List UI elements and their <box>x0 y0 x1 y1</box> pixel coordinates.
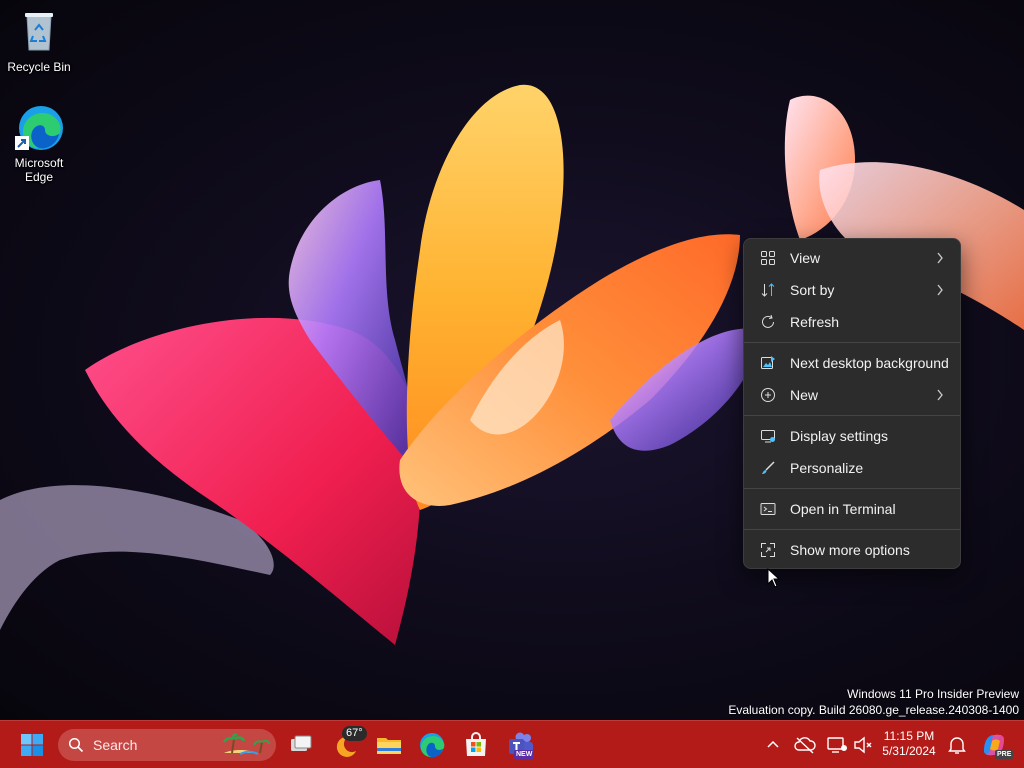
menu-item-label: Sort by <box>790 282 835 298</box>
new-plus-icon <box>761 388 775 402</box>
sort-icon <box>761 283 775 297</box>
taskbar-search-box[interactable]: Search <box>58 729 276 761</box>
volume-tray-button[interactable] <box>851 733 875 757</box>
menu-separator <box>744 529 960 530</box>
network-tray-button[interactable] <box>825 733 849 757</box>
search-icon <box>68 737 84 753</box>
menu-item-open-in-terminal[interactable]: Open in Terminal <box>748 493 956 525</box>
teams-button[interactable]: NEW <box>505 729 537 761</box>
edge-taskbar-icon <box>420 733 445 758</box>
menu-item-new[interactable]: New <box>748 379 956 411</box>
notification-bell-icon <box>948 737 966 754</box>
menu-separator <box>744 415 960 416</box>
view-grid-icon <box>761 251 775 265</box>
chevron-right-icon <box>937 389 943 401</box>
recycle-bin-icon <box>15 8 63 56</box>
file-explorer-button[interactable] <box>373 729 405 761</box>
onedrive-tray-button[interactable] <box>793 733 817 757</box>
menu-separator <box>744 488 960 489</box>
speaker-muted-icon <box>854 736 872 754</box>
folder-icon <box>377 738 401 754</box>
recycle-bin-label: Recycle Bin <box>7 60 71 74</box>
cloud-off-icon <box>794 737 816 754</box>
menu-item-label: Next desktop background <box>790 355 949 371</box>
menu-item-display-settings[interactable]: Display settings <box>748 420 956 452</box>
edge-label: Microsoft Edge <box>14 156 64 184</box>
terminal-icon <box>760 503 776 515</box>
chevron-right-icon <box>937 284 943 296</box>
notifications-button[interactable] <box>945 733 969 757</box>
menu-item-refresh[interactable]: Refresh <box>748 306 956 338</box>
show-hidden-icons-button[interactable] <box>761 733 785 757</box>
menu-item-label: Show more options <box>790 542 910 558</box>
refresh-icon <box>762 314 774 328</box>
watermark-line-1: Windows 11 Pro Insider Preview <box>847 687 1019 701</box>
taskbar-clock[interactable]: 11:15 PM 5/31/2024 <box>876 729 942 759</box>
menu-item-show-more-options[interactable]: Show more options <box>748 534 956 566</box>
desktop-icon-edge[interactable]: Microsoft Edge <box>1 104 77 184</box>
taskbar: Search 67° NEW 11:15 PM 5/31/2024 PRE <box>0 720 1024 768</box>
chevron-right-icon <box>937 252 943 264</box>
menu-item-sort-by[interactable]: Sort by <box>748 274 956 306</box>
start-button[interactable] <box>16 729 48 761</box>
menu-item-view[interactable]: View <box>748 242 956 274</box>
watermark-line-2: Evaluation copy. Build 26080.ge_release.… <box>728 703 1019 717</box>
search-highlight-beach-icon <box>222 733 270 755</box>
teams-new-badge: NEW <box>514 750 535 759</box>
menu-separator <box>744 342 960 343</box>
brush-icon <box>762 461 775 474</box>
microsoft-store-button[interactable] <box>460 729 492 761</box>
network-monitor-icon <box>827 737 847 753</box>
edge-icon <box>15 104 63 152</box>
weather-temperature: 67° <box>342 726 367 741</box>
task-view-icon <box>291 735 312 751</box>
chevron-up-icon <box>767 740 779 748</box>
windows-logo-icon <box>21 734 43 756</box>
build-watermark: Windows 11 Pro Insider Preview Evaluatio… <box>728 686 1019 718</box>
menu-item-label: Display settings <box>790 428 889 444</box>
next-background-icon <box>761 356 775 369</box>
menu-item-personalize[interactable]: Personalize <box>748 452 956 484</box>
copilot-button[interactable]: PRE <box>978 729 1014 761</box>
clock-time: 11:15 PM <box>883 729 935 743</box>
menu-item-label: Open in Terminal <box>790 501 896 517</box>
menu-item-label: Refresh <box>790 314 840 330</box>
copilot-preview-badge: PRE <box>995 750 1014 759</box>
desktop-icon-recycle-bin[interactable]: Recycle Bin <box>1 8 77 74</box>
more-options-icon <box>761 543 775 557</box>
clock-date: 5/31/2024 <box>882 744 936 758</box>
display-icon <box>761 430 775 443</box>
store-icon <box>466 732 486 756</box>
menu-item-label: View <box>790 250 821 266</box>
menu-item-next-desktop-background[interactable]: Next desktop background <box>748 347 956 379</box>
widgets-weather-button[interactable]: 67° <box>330 726 367 761</box>
menu-item-label: New <box>790 387 819 403</box>
search-placeholder: Search <box>93 737 138 753</box>
mouse-cursor-icon <box>767 568 781 588</box>
menu-item-label: Personalize <box>790 460 864 476</box>
task-view-button[interactable] <box>285 729 317 761</box>
edge-taskbar-button[interactable] <box>416 729 448 761</box>
desktop-context-menu: View Sort by Refresh Next desktop backgr… <box>743 238 961 569</box>
